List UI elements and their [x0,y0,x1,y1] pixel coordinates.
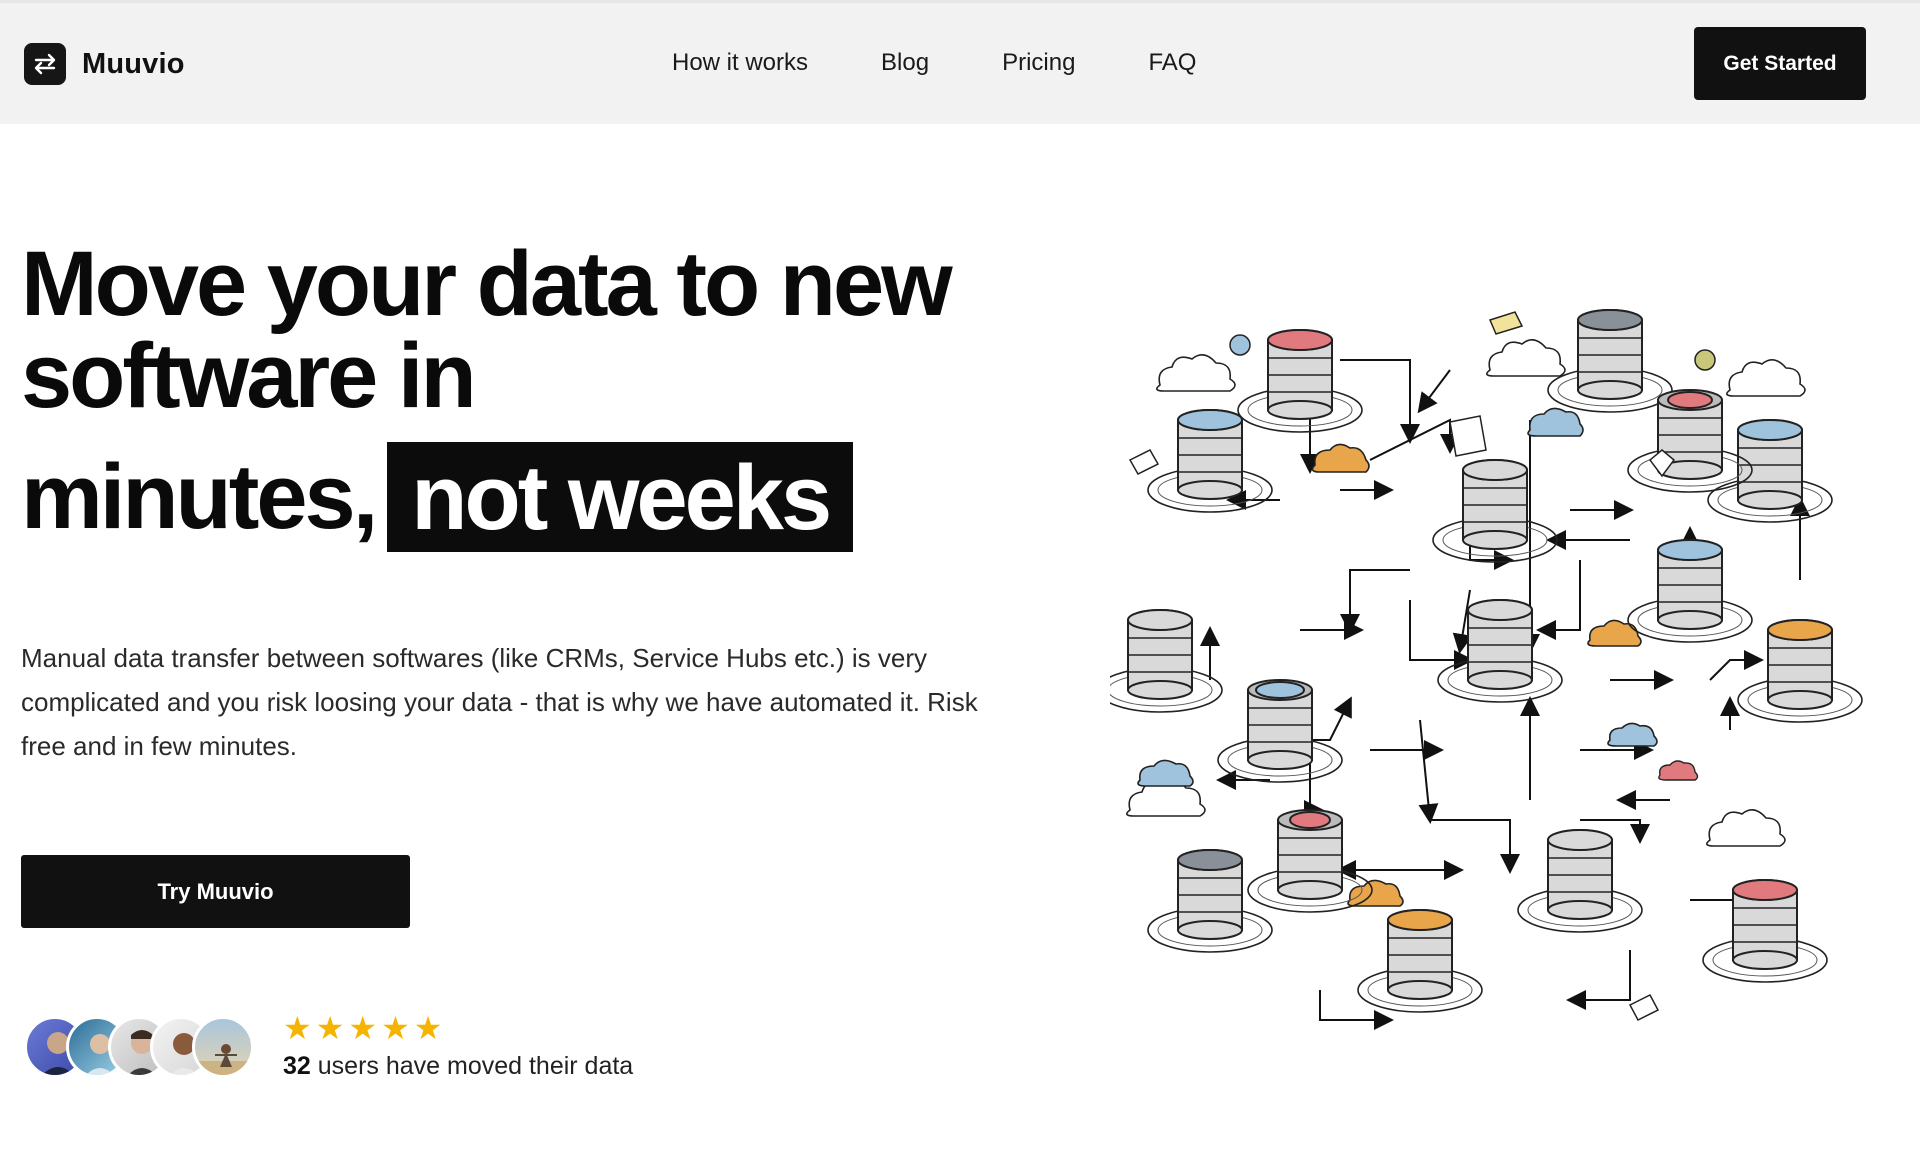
balloon-icon [1694,349,1716,371]
cloud-icon [1658,760,1699,781]
database-icon [1437,599,1563,703]
database-icon [1357,909,1483,1013]
cloud-icon [1486,339,1566,377]
database-icon [1627,389,1753,493]
user-count: 32 [283,1052,311,1080]
avatar [192,1016,254,1078]
top-navbar: Muuvio How it works Blog Pricing FAQ Get… [0,0,1920,124]
star-icon: ★ [283,1010,312,1046]
cloud-icon [1137,759,1194,787]
cloud-icon [1607,722,1658,747]
database-icon [1702,879,1828,983]
social-proof-text: 32 users have moved their data [283,1052,633,1081]
brand-name: Muuvio [82,47,185,80]
main-nav: How it works Blog Pricing FAQ [672,49,1196,77]
database-icon [1110,609,1223,713]
star-icon: ★ [315,1010,345,1046]
hero-title: Move your data to new software in minute… [21,233,953,552]
database-icon [1517,829,1643,933]
star-icon: ★ [381,1010,410,1046]
user-avatars [24,1016,260,1078]
database-icon [1627,539,1753,643]
hero-description: Manual data transfer between softwares (… [21,643,978,761]
database-icon [1737,619,1863,723]
brand[interactable]: Muuvio [24,43,185,85]
database-icon [1147,849,1273,953]
nav-link-blog[interactable]: Blog [881,49,929,77]
database-icon [1547,309,1673,413]
database-icon [1707,419,1833,523]
database-icon [1237,329,1363,433]
hero-title-line-3: minutes, not weeks [21,442,950,552]
star-icon: ★ [413,1010,443,1046]
hero-title-line-1: Move your data to new [21,233,953,335]
try-muuvio-button[interactable]: Try Muuvio [21,855,410,928]
cloud-icon [1706,809,1786,847]
cloud-icon [1587,619,1642,647]
cloud-icon [1311,443,1370,473]
cloud-icon [1156,354,1236,392]
hero-title-highlight: not weeks [387,442,854,552]
nav-link-pricing[interactable]: Pricing [1002,49,1075,77]
cloud-icon [1726,359,1806,397]
database-icon [1217,679,1343,783]
cloud-icon [1347,879,1404,907]
social-proof-label: users have moved their data [310,1052,634,1080]
database-network-illustration [1110,309,1863,1030]
nav-link-faq[interactable]: FAQ [1148,49,1196,77]
star-icon: ★ [348,1010,378,1046]
get-started-button[interactable]: Get Started [1694,27,1866,100]
hero-title-line-2: software in [21,325,477,427]
database-icon [1432,459,1558,563]
hero-title-plain: minutes, [21,446,378,548]
nav-link-how-it-works[interactable]: How it works [672,49,808,77]
swap-arrows-icon [24,43,66,85]
cloud-icon [1527,407,1584,437]
balloon-icon [1229,334,1251,356]
cube-icon [1128,449,1160,475]
document-icon [1449,415,1487,457]
cheese-icon [1488,311,1524,335]
cube-icon [1628,994,1660,1021]
rating-stars: ★ ★ ★ ★ ★ [283,1012,442,1044]
